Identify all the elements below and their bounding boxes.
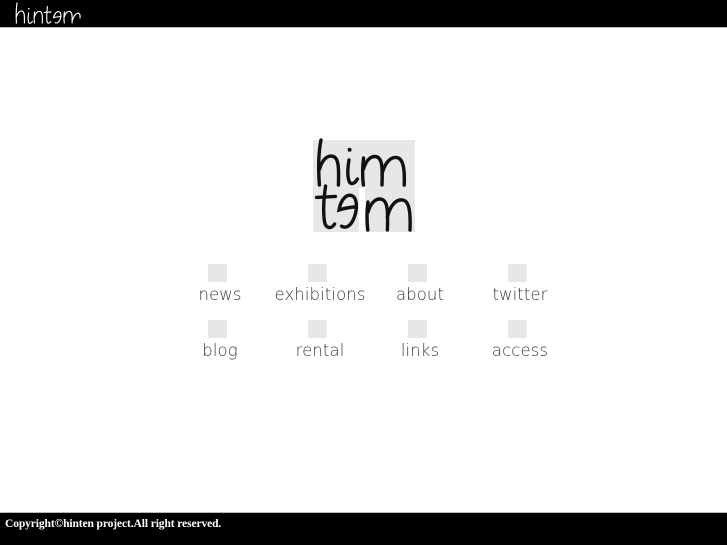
- main-navigation: news exhibitions about twitter blog rent…: [170, 264, 570, 361]
- menu-label: access: [491, 341, 549, 360]
- footer-copyright: Copyright©hinten project.All right reser…: [5, 518, 222, 530]
- menu-label: twitter: [492, 285, 548, 304]
- center-logo-ten-icon: [314, 184, 412, 232]
- gray-square-icon: [307, 264, 327, 282]
- menu-label: exhibitions: [274, 285, 366, 304]
- header-logo-wordmark-icon: [15, 2, 81, 24]
- menu-row-1: news exhibitions about twitter: [170, 264, 570, 305]
- center-logo-hin-icon: [316, 138, 406, 187]
- menu-label: rental: [295, 341, 345, 360]
- gray-square-icon: [507, 264, 527, 282]
- menu-item-blog[interactable]: blog: [170, 320, 270, 361]
- menu-item-rental[interactable]: rental: [270, 320, 370, 361]
- menu-row-2: blog rental links access: [170, 320, 570, 361]
- gray-square-icon: [407, 320, 427, 338]
- center-logo-line-2: [312, 184, 415, 236]
- menu-item-twitter[interactable]: twitter: [470, 264, 570, 305]
- header-divider: [0, 27, 727, 28]
- menu-label: about: [395, 285, 445, 304]
- gray-square-icon: [507, 320, 527, 338]
- center-logo-line-1: [312, 136, 415, 188]
- gray-square-icon: [307, 320, 327, 338]
- gray-square-icon: [407, 264, 427, 282]
- gray-square-icon: [207, 264, 227, 282]
- menu-item-links[interactable]: links: [370, 320, 470, 361]
- menu-item-news[interactable]: news: [170, 264, 270, 305]
- center-logo[interactable]: [0, 136, 727, 241]
- menu-item-exhibitions[interactable]: exhibitions: [270, 264, 370, 305]
- menu-label: blog: [202, 341, 238, 360]
- menu-label: news: [198, 285, 242, 304]
- menu-label: links: [400, 341, 440, 360]
- menu-item-access[interactable]: access: [470, 320, 570, 361]
- menu-item-about[interactable]: about: [370, 264, 470, 305]
- header-logo[interactable]: [14, 1, 114, 27]
- gray-square-icon: [207, 320, 227, 338]
